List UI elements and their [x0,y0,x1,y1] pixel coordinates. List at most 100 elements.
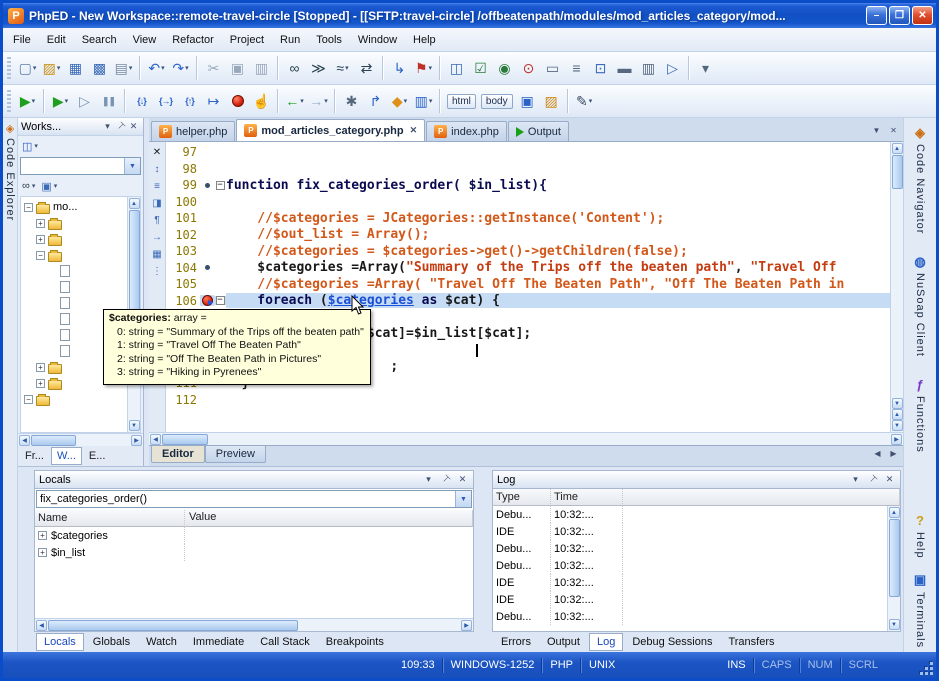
code-line-99[interactable]: 99−function fix_categories_order( $in_li… [166,177,890,194]
gui-window-button[interactable]: ◫ [445,56,468,80]
save-file-button[interactable]: ▦ [64,56,87,80]
find-in-files-button[interactable]: ≈▾ [331,56,354,80]
mode-tab-scroll-left-button[interactable]: ◀ [870,446,885,460]
log-tab-transfers[interactable]: Transfers [721,634,781,650]
workspace-filter-combobox[interactable]: ▼ [20,157,141,175]
chevron-down-icon[interactable]: ▾ [849,474,862,485]
log-row[interactable]: IDE10:32:... [493,574,900,591]
copy-markup-button[interactable]: ▣ [516,89,539,113]
tree-expander-icon[interactable]: + [36,235,45,244]
scrollbar-thumb[interactable] [48,620,298,631]
navigate-forward-button[interactable]: →▾ [307,89,330,113]
menu-item-project[interactable]: Project [222,30,272,50]
run-without-debug-button[interactable]: ▷ [73,89,96,113]
log-tab-errors[interactable]: Errors [494,634,538,650]
locals-row[interactable]: +$categories [35,527,473,544]
terminals-tab[interactable]: ▣Terminals [912,572,929,648]
close-icon[interactable]: ✕ [883,474,896,485]
expander-plus-icon[interactable]: + [38,531,47,540]
show-paragraphs-button[interactable]: ¶ [150,213,165,228]
menu-item-view[interactable]: View [125,30,165,50]
line-number[interactable]: 97 [166,145,200,159]
print-button[interactable]: ▤▾ [112,56,135,80]
workspace-tab-e[interactable]: E... [84,448,111,464]
scroll-up-icon[interactable]: ▲ [889,507,900,518]
code-line-100[interactable]: 100 [166,194,890,211]
close-tab-button[interactable]: ✕ [886,123,901,137]
scroll-right-icon[interactable]: ▶ [131,435,142,446]
scrollbar-thumb[interactable] [889,519,900,597]
dock-splitter[interactable] [480,470,486,652]
line-number[interactable]: 102 [166,228,200,242]
code-line-112[interactable]: 112 [166,392,890,409]
prev-bookmark-button[interactable]: ▲ [892,409,903,420]
pin-icon[interactable]: ⊤ [437,471,454,488]
find-next-button[interactable]: ≫ [307,56,330,80]
close-button[interactable]: ✕ [912,6,933,25]
file-tab-mod_articles_category-php[interactable]: Pmod_articles_category.php✕ [236,119,425,141]
scrollbar-thumb[interactable] [31,435,76,446]
more-options-button[interactable]: ⋮ [150,264,165,279]
title-bar[interactable]: P PhpED - New Workspace::remote-travel-c… [3,3,936,28]
scrollbar-thumb[interactable] [892,155,903,189]
scroll-left-icon[interactable]: ◀ [150,434,161,445]
scroll-down-icon[interactable]: ▼ [892,398,903,409]
code-line-103[interactable]: 103 //$categories = $categories->get()->… [166,243,890,260]
paste-button[interactable]: ▥ [250,56,273,80]
scrollbar-thumb[interactable] [162,434,208,445]
open-file-button[interactable]: ▨▾ [40,56,63,80]
code-line-97[interactable]: 97 [166,144,890,161]
expander-plus-icon[interactable]: + [38,548,47,557]
scroll-left-icon[interactable]: ◀ [19,435,30,446]
line-number[interactable]: 112 [166,393,200,407]
scroll-up-icon[interactable]: ▲ [129,198,140,209]
workspace-copy-button[interactable]: ▣▾ [39,177,59,195]
nusoap-client-tab[interactable]: ◍NuSoap Client [912,253,929,357]
log-row[interactable]: IDE10:32:... [493,523,900,540]
step-out-button[interactable]: {↑} [178,89,201,113]
step-over-button[interactable]: {→} [154,89,177,113]
tree-item[interactable] [21,279,127,295]
editor-hscrollbar[interactable]: ◀ ▶ [149,432,903,445]
insert-image-button[interactable]: ▨ [540,89,563,113]
menu-item-tools[interactable]: Tools [308,30,350,50]
code-line-101[interactable]: 101 //$categories = JCategories::getInst… [166,210,890,227]
fold-toggle-icon[interactable]: − [216,181,225,190]
close-icon[interactable]: ✕ [456,474,469,485]
code-navigator-tab[interactable]: ◈Code Navigator [912,124,929,234]
locals-hscrollbar[interactable]: ◀ ▶ [35,618,473,631]
debug-tab-immediate[interactable]: Immediate [186,634,251,650]
code-explorer-tab[interactable]: Code Explorer [4,138,16,221]
code-report-button[interactable]: ▥▾ [412,89,435,113]
debug-tab-locals[interactable]: Locals [36,633,84,651]
scroll-up-icon[interactable]: ▲ [892,143,903,154]
debug-tab-globals[interactable]: Globals [86,634,137,650]
line-number[interactable]: 99 [166,178,200,192]
close-file-button[interactable]: ✕ [150,145,165,160]
toolbar-grip[interactable] [7,90,11,112]
tree-item[interactable] [21,263,127,279]
minimize-button[interactable]: – [866,6,887,25]
workspace-tab-w[interactable]: W... [51,447,82,465]
step-into-button[interactable]: {↓} [130,89,153,113]
maximize-button[interactable]: ❐ [889,6,910,25]
scroll-updown-button[interactable]: ↕ [150,162,165,177]
undo-button[interactable]: ↶▾ [145,56,168,80]
gui-list-button[interactable]: ≡ [565,56,588,80]
gui-monitor-button[interactable]: ⊡ [589,56,612,80]
column-header-name[interactable]: Name [35,510,185,527]
pause-execution-button[interactable]: ☝ [250,89,273,113]
run-to-cursor-button[interactable]: ↦ [202,89,225,113]
editor-vscrollbar[interactable]: ▲ ▼ ▲ ▼ [890,142,903,432]
goto-line-button[interactable]: ↳ [388,56,411,80]
project-settings-button[interactable]: ✱ [340,89,363,113]
menu-item-search[interactable]: Search [74,30,125,50]
save-all-button[interactable]: ▩ [88,56,111,80]
code-line-104[interactable]: 104 $categories =Array("Summary of the T… [166,260,890,277]
bookmark-list-button[interactable]: ≡ [150,179,165,194]
log-row[interactable]: Debu...10:32:... [493,557,900,574]
tree-expander-icon[interactable]: − [36,251,45,260]
menu-item-file[interactable]: File [5,30,39,50]
tree-expander-icon[interactable]: + [36,219,45,228]
gui-toolbar-button[interactable]: ▥ [637,56,660,80]
